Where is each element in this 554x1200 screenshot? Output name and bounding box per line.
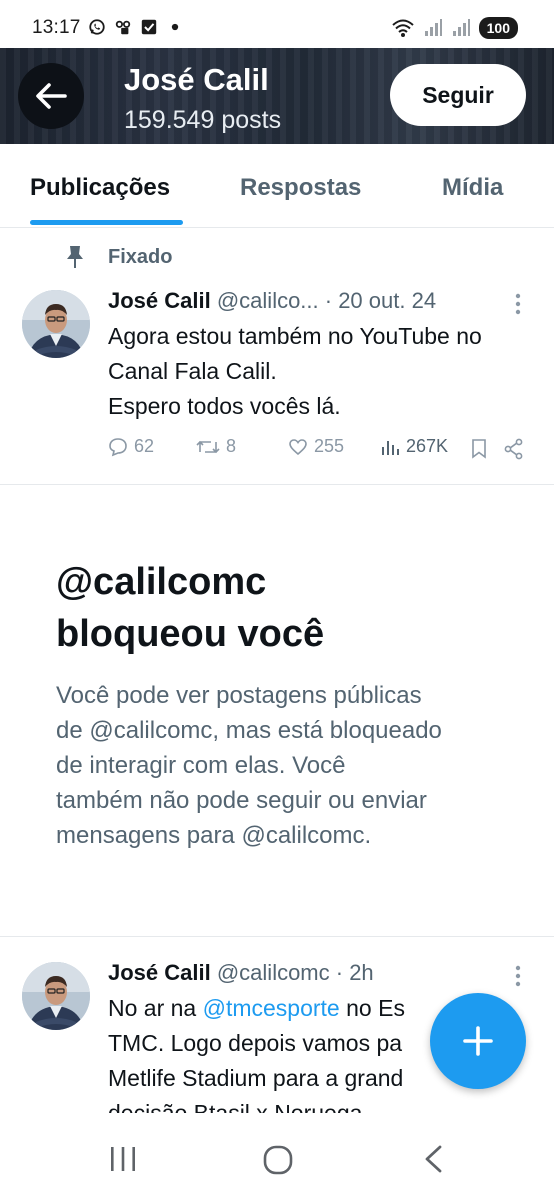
reply-icon [109, 437, 127, 456]
views-chart-icon [382, 440, 399, 455]
more-options-icon[interactable] [508, 964, 528, 988]
wifi-icon [391, 19, 414, 37]
follow-button[interactable]: Seguir [390, 64, 526, 126]
blocked-title-line: @calilcomc [56, 561, 267, 603]
heart-icon [289, 438, 307, 455]
blocked-desc-line: também não pode seguir ou enviar [56, 787, 427, 814]
signal-icon-2 [452, 19, 470, 36]
tab-publicacoes[interactable]: Publicações [30, 174, 170, 202]
avatar[interactable] [22, 962, 90, 1030]
pin-icon [67, 246, 83, 268]
tab-respostas[interactable]: Respostas [240, 174, 361, 202]
tweet-line: Canal Fala Calil. [108, 358, 277, 384]
active-tab-indicator [30, 220, 183, 225]
battery-indicator: 100 [478, 17, 518, 39]
avatar-photo [22, 290, 90, 358]
tweet-author[interactable]: José Calil [108, 288, 211, 313]
profile-tabs: Publicações Respostas Mídia [0, 144, 554, 228]
blocked-description: Você pode ver postagens públicas de @cal… [56, 678, 506, 853]
pinned-label: Fixado [108, 245, 173, 268]
tweet-line: Espero todos vocês lá. [108, 393, 341, 419]
system-icons: 100 [391, 17, 518, 39]
notification-icons [88, 18, 184, 36]
profile-name: José Calil [124, 62, 269, 97]
tweet-line: decisão Btasil x Noruega. [108, 1100, 369, 1113]
profile-header: José Calil 159.549 posts Seguir [0, 48, 554, 144]
mention-link[interactable]: @tmcesporte [203, 995, 340, 1021]
tweet-handle-date: @calilcomc · 2h [216, 960, 374, 985]
blocked-desc-line: de @calilcomc, mas está bloqueado [56, 717, 442, 744]
status-bar: 13:17 100 [0, 0, 554, 48]
post-count: 159.549 posts [124, 106, 282, 134]
arrow-left-icon [36, 83, 67, 109]
blocked-desc-line: mensagens para @calilcomc. [56, 822, 372, 849]
tweet-text-span: No ar na [108, 995, 203, 1021]
tab-midia[interactable]: Mídia [442, 174, 503, 202]
like-button[interactable]: 255 [288, 436, 344, 457]
tweet-text-span: no Es [339, 995, 405, 1021]
blocked-title: @calilcomc bloqueou você [56, 556, 516, 660]
bookmark-icon[interactable] [470, 438, 488, 460]
avatar[interactable] [22, 290, 90, 358]
tweet-actions: 62 8 255 267K [108, 436, 528, 462]
tweet-header: José Calil @calilcomc · 2h [108, 960, 374, 986]
share-icon[interactable] [504, 438, 524, 460]
back-button[interactable] [18, 63, 84, 129]
tweet-header: José Calil @calilco... · 20 out. 24 [108, 288, 436, 314]
recent-apps-icon[interactable] [108, 1144, 138, 1174]
tweet-handle-date: @calilco... · 20 out. 24 [216, 288, 437, 313]
dot-icon [171, 23, 179, 31]
plus-icon [463, 1026, 493, 1056]
reply-count: 62 [134, 436, 155, 456]
divider [0, 484, 554, 485]
blocked-desc-line: Você pode ver postagens públicas [56, 682, 422, 709]
compose-button[interactable] [430, 993, 526, 1089]
signal-icon-1 [424, 19, 442, 36]
whatsapp-icon [89, 19, 105, 35]
views-button[interactable]: 267K [380, 436, 448, 457]
more-options-icon[interactable] [508, 292, 528, 316]
avatar-photo [22, 962, 90, 1030]
tweet-text: Agora estou também no YouTube no Canal F… [108, 319, 538, 424]
retweet-button[interactable]: 8 [196, 436, 236, 457]
reply-button[interactable]: 62 [108, 436, 154, 457]
home-icon[interactable] [262, 1144, 294, 1176]
checkbox-icon [141, 19, 157, 35]
status-time: 13:17 [32, 17, 81, 38]
back-nav-icon[interactable] [420, 1144, 446, 1174]
voicemail-lock-icon [115, 20, 131, 35]
like-count: 255 [314, 436, 345, 456]
pinned-indicator: Fixado [64, 244, 172, 270]
system-nav-bar [0, 1122, 554, 1200]
tweet-author[interactable]: José Calil [108, 960, 211, 985]
blocked-desc-line: de interagir com elas. Você [56, 752, 346, 779]
tweet-line: Agora estou também no YouTube no [108, 323, 482, 349]
retweet-icon [196, 440, 220, 453]
divider [0, 936, 554, 937]
retweet-count: 8 [226, 436, 237, 456]
blocked-title-line: bloqueou você [56, 613, 325, 655]
view-count: 267K [406, 436, 449, 456]
